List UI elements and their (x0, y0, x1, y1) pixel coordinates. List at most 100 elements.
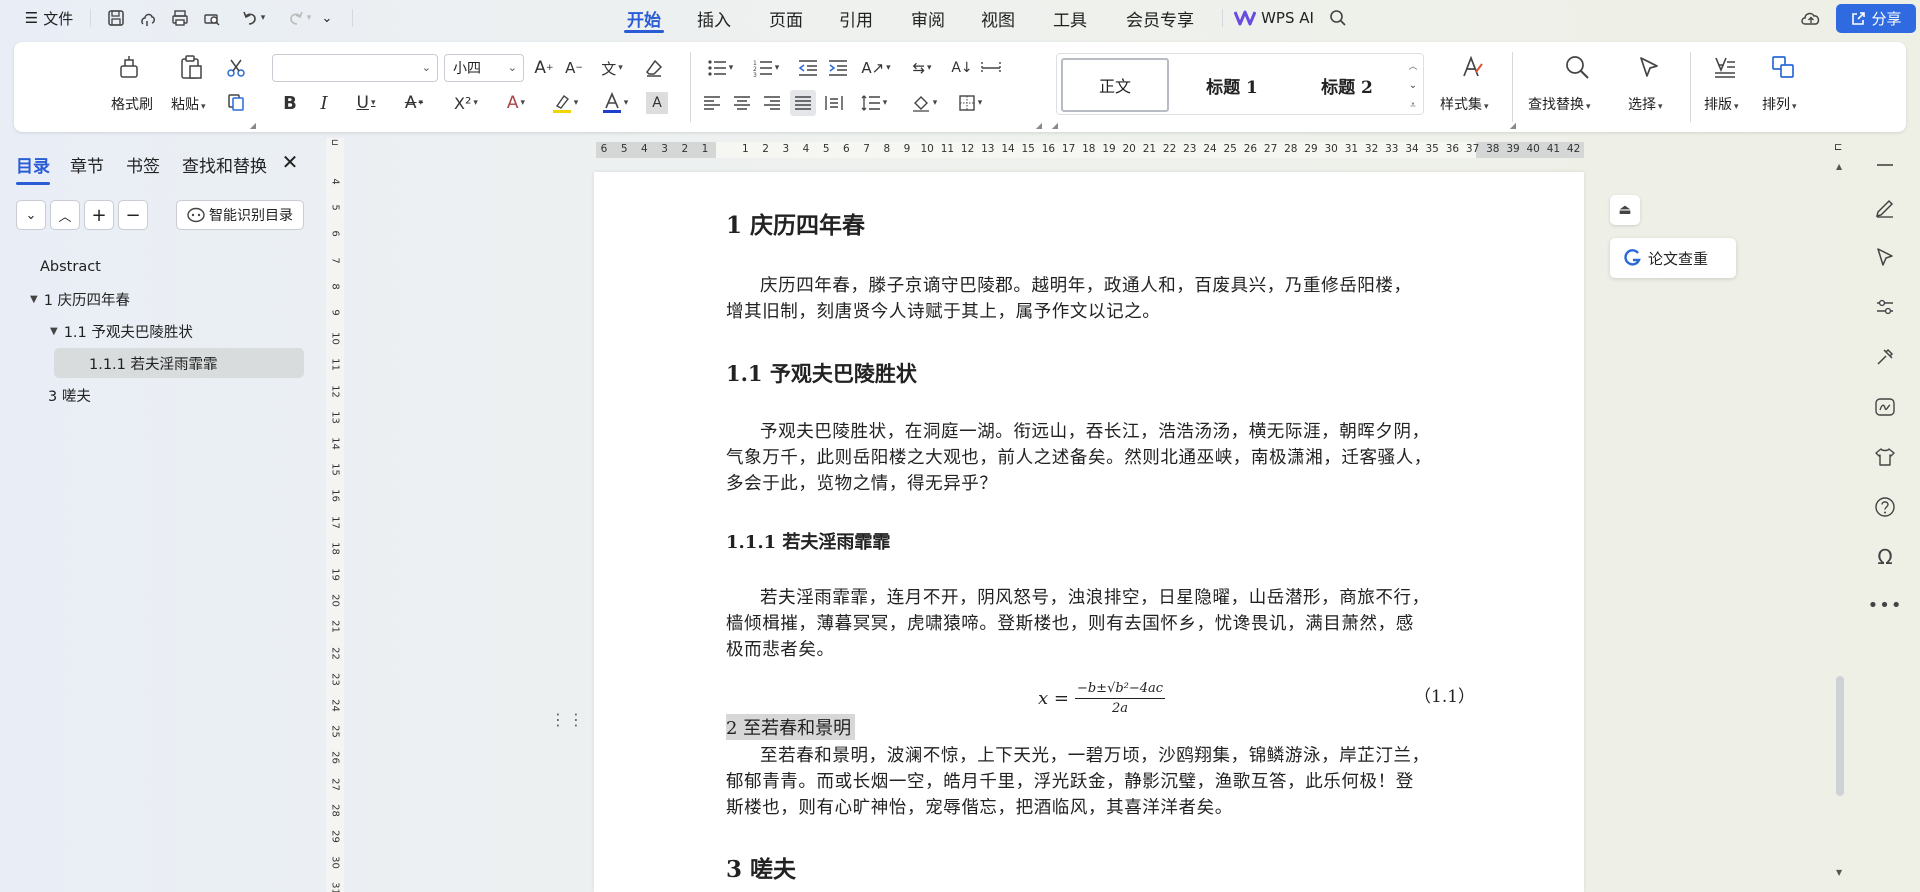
toc-item-3[interactable]: 3 嗟夫 (48, 380, 248, 410)
nav-tab-toc[interactable]: 目录 (16, 152, 50, 185)
distribute-icon[interactable] (822, 90, 846, 116)
arrange-label[interactable]: 排列 ▾ (1762, 94, 1797, 114)
cloud-upload-icon[interactable] (1796, 0, 1826, 36)
find-replace-icon[interactable] (1562, 52, 1592, 82)
superscript-icon[interactable]: X² ▾ (444, 90, 488, 116)
sort-swap-icon[interactable]: ⇆ ▾ (902, 56, 942, 80)
copy-icon[interactable] (224, 90, 248, 114)
share-button[interactable]: 分享 (1836, 4, 1916, 33)
style-normal[interactable]: 正文 (1061, 58, 1169, 112)
paragraph-1-line-2[interactable]: 增其旧制，刻唐贤今人诗赋于其上，属予作文以记之。 (726, 298, 1160, 323)
arrange-icon[interactable] (1768, 52, 1798, 82)
print-preview-icon[interactable] (200, 0, 224, 36)
line-spacing-icon[interactable]: ▾ (854, 90, 894, 116)
help-icon[interactable] (1870, 492, 1900, 522)
styles-expand-icon[interactable]: ◢ (1050, 120, 1060, 130)
paragraph-2-line-1[interactable]: 予观夫巴陵胜状，在洞庭一湖。衔远山，吞长江，浩浩汤汤，横无际涯，朝晖夕阴， (760, 418, 1430, 443)
strikethrough-icon[interactable]: A ▾ (394, 90, 434, 116)
paper-check-button[interactable]: 论文查重 (1610, 238, 1736, 278)
style-heading-2[interactable]: 标题 2 (1293, 58, 1401, 112)
print-icon[interactable] (168, 0, 192, 36)
paragraph-4-line-2[interactable]: 郁郁青青。而或长烟一空，皓月千里，浮光跃金，静影沉璧，渔歌互答，此乐何极！登 (726, 768, 1414, 793)
paragraph-2-line-3[interactable]: 多会于此，览物之情，得无异乎？ (726, 470, 998, 495)
expand-triangle-icon[interactable]: ▼ (30, 294, 38, 305)
select-cursor-icon[interactable] (1634, 52, 1664, 82)
paragraph-4-line-1[interactable]: 至若春和景明，波澜不惊，上下天光，一碧万顷，沙鸥翔集，锦鳞游泳，岸芷汀兰， (760, 742, 1430, 767)
add-heading-button[interactable]: + (84, 200, 114, 230)
tab-references[interactable]: 引用 (832, 0, 880, 36)
bold-icon[interactable]: B (278, 90, 302, 116)
clipboard-expand-icon[interactable]: ◢ (248, 120, 258, 130)
heading-2-selected[interactable]: 2 至若春和景明 (726, 714, 856, 740)
style-set-icon[interactable] (1456, 52, 1486, 82)
shading-icon[interactable]: ▾ (904, 90, 944, 116)
align-left-icon[interactable] (700, 90, 724, 116)
adjust-sliders-icon[interactable] (1870, 292, 1900, 322)
align-center-icon[interactable] (730, 90, 754, 116)
phonetic-guide-icon[interactable]: 文 ▾ (592, 56, 632, 80)
remove-heading-button[interactable]: − (118, 200, 148, 230)
find-replace-label[interactable]: 查找替换 ▾ (1528, 94, 1591, 114)
underline-icon[interactable]: U ▾ (346, 90, 386, 116)
style-gallery-more-icon[interactable]: ⩡ (1405, 96, 1421, 114)
tab-insert[interactable]: 插入 (690, 0, 738, 36)
paragraph-4-line-3[interactable]: 斯楼也，则有心旷神怡，宠辱偕忘，把酒临风，其喜洋洋者矣。 (726, 794, 1233, 819)
tab-view[interactable]: 视图 (974, 0, 1022, 36)
borders-icon[interactable]: ▾ (950, 90, 990, 116)
paragraph-3-line-1[interactable]: 若夫淫雨霏霏，连月不开，阴风怒号，浊浪排空，日星隐曜，山岳潜形，商旅不行， (760, 584, 1430, 609)
expand-triangle-icon[interactable]: ▼ (50, 326, 58, 337)
clear-format-icon[interactable] (642, 56, 666, 80)
justify-icon[interactable] (790, 90, 816, 116)
toc-item-abstract[interactable]: Abstract (40, 252, 240, 282)
sort-icon[interactable]: A↓ (950, 56, 974, 80)
heading-1-1-1[interactable]: 1.1.1 若夫淫雨霏霏 (726, 528, 890, 554)
horizontal-ruler[interactable]: 6 5 4 3 2 1 1 2 3 4 5 6 7 8 9 10 11 12 13 14 15 16 17 18 19 20 21 2… (596, 142, 1584, 158)
heading-1-1[interactable]: 1.1 予观夫巴陵胜状 (726, 358, 917, 388)
symbol-omega-icon[interactable]: Ω (1870, 542, 1900, 572)
toc-item-1[interactable]: ▼ 1 庆历四年春 (30, 284, 250, 314)
tools-icon[interactable] (1870, 342, 1900, 372)
more-quick-access-icon[interactable]: ⌄ (316, 0, 338, 36)
style-set-label[interactable]: 样式集 ▾ (1440, 94, 1489, 114)
paste-label[interactable]: 粘贴 ▾ (171, 94, 206, 114)
show-marks-icon[interactable] (978, 56, 1004, 80)
search-icon[interactable] (1324, 0, 1352, 36)
style-scroll-down-icon[interactable]: ⌄ (1405, 76, 1421, 94)
save-icon[interactable] (104, 0, 128, 36)
format-painter-label[interactable]: 格式刷 (111, 94, 153, 114)
wps-ai-button[interactable]: WPS AI (1232, 0, 1316, 36)
scroll-up-icon[interactable]: ▲ (1836, 162, 1842, 171)
grow-font-icon[interactable]: A + (532, 56, 556, 80)
nav-tab-bookmarks[interactable]: 书签 (126, 152, 160, 177)
file-menu[interactable]: ☰ 文件 (20, 0, 78, 36)
minimize-panel-icon[interactable] (1870, 150, 1900, 180)
paragraph-2-line-2[interactable]: 气象万千，此则岳阳楼之大观也，前人之述备矣。然则北通巫峡，南极潇湘，迁客骚人， (726, 444, 1432, 469)
style-set-expand-icon[interactable]: ◢ (1508, 120, 1518, 130)
decrease-indent-icon[interactable] (796, 56, 820, 80)
select-label[interactable]: 选择 ▾ (1628, 94, 1663, 114)
paragraph-3-line-3[interactable]: 极而悲者矣。 (726, 636, 835, 661)
move-up-button[interactable]: ︿ (50, 200, 80, 230)
handwriting-icon[interactable] (1870, 392, 1900, 422)
text-direction-icon[interactable]: A↗ ▾ (856, 56, 896, 80)
paragraph-3-line-2[interactable]: 樯倾楫摧，薄暮冥冥，虎啸猿啼。登斯楼也，则有去国怀乡，忧谗畏讥，满目萧然，感 (726, 610, 1414, 635)
heading-1[interactable]: 1 庆历四年春 (726, 206, 865, 240)
shrink-font-icon[interactable]: A − (562, 56, 586, 80)
font-color-icon[interactable]: ▾ (594, 90, 636, 116)
layout-label[interactable]: 排版 ▾ (1704, 94, 1739, 114)
paragraph-expand-icon[interactable]: ◢ (1034, 120, 1044, 130)
undo-dropdown-icon[interactable]: ▾ (261, 13, 266, 23)
more-icon[interactable]: ••• (1868, 590, 1902, 620)
tab-member[interactable]: 会员专享 (1118, 0, 1202, 36)
select-pointer-icon[interactable] (1870, 242, 1900, 272)
drag-handle-icon[interactable]: ⋮⋮ (550, 712, 584, 738)
align-right-icon[interactable] (760, 90, 784, 116)
highlight-icon[interactable]: ▾ (544, 90, 586, 116)
ruler-toggle-icon[interactable]: ⊏ (327, 138, 343, 152)
undo-button[interactable]: ▾ (236, 0, 270, 36)
char-shading-icon[interactable]: A (646, 92, 668, 114)
collapse-toolbar-button[interactable]: ⏏ (1610, 195, 1640, 225)
pen-edit-icon[interactable] (1870, 192, 1900, 222)
font-name-select[interactable]: ⌄ (272, 54, 438, 82)
cut-icon[interactable] (224, 56, 248, 80)
